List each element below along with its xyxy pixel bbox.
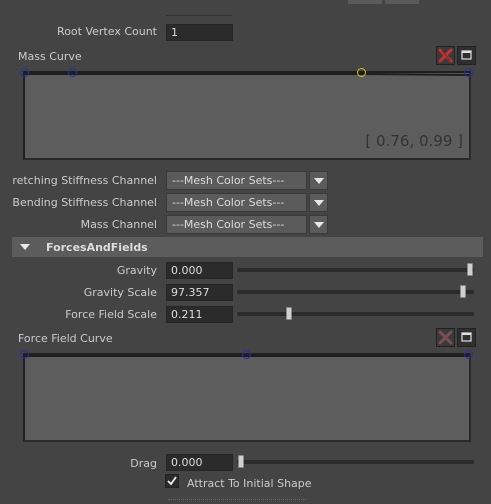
- checkmark-icon: [167, 476, 177, 486]
- delete-key-icon[interactable]: [436, 46, 455, 65]
- mass-curve-key-selected[interactable]: [357, 68, 366, 77]
- stretching-stiffness-channel-label: retching Stiffness Channel: [12, 174, 157, 187]
- attract-checkbox[interactable]: [165, 474, 179, 488]
- mass-curve-graph[interactable]: [ 0.76, 0.99 ]: [23, 71, 471, 160]
- mass-channel-select[interactable]: ---Mesh Color Sets---: [166, 215, 307, 234]
- collapse-arrow-icon: [20, 244, 30, 250]
- stretching-stiffness-chevron-down-icon[interactable]: [309, 171, 328, 190]
- mass-curve-key[interactable]: [68, 68, 77, 77]
- top-button-right[interactable]: [385, 0, 419, 4]
- mass-curve-line: [25, 73, 469, 76]
- drag-slider-thumb[interactable]: [238, 455, 244, 468]
- top-divider: [166, 15, 232, 16]
- drag-label: Drag: [130, 457, 157, 470]
- mass-curve-key[interactable]: [20, 68, 29, 77]
- top-button-left[interactable]: [348, 0, 382, 4]
- gravity-scale-slider-track[interactable]: [237, 290, 474, 294]
- section-title: ForcesAndFields: [46, 241, 148, 254]
- force-field-curve-key[interactable]: [242, 350, 251, 359]
- mass-channel-chevron-down-icon[interactable]: [309, 215, 328, 234]
- force-field-scale-label: Force Field Scale: [65, 308, 157, 321]
- force-field-scale-field[interactable]: 0.211: [166, 306, 233, 323]
- force-field-curve-graph[interactable]: [23, 353, 471, 442]
- bending-stiffness-channel-label: Bending Stiffness Channel: [12, 196, 157, 209]
- gravity-field[interactable]: 0.000: [166, 262, 233, 279]
- mass-curve-key[interactable]: [464, 68, 473, 77]
- drag-slider-track[interactable]: [237, 460, 474, 464]
- attract-label: Attract To Initial Shape: [187, 477, 312, 490]
- mass-curve-readout: [ 0.76, 0.99 ]: [365, 132, 463, 150]
- root-vertex-count-label: Root Vertex Count: [57, 25, 157, 38]
- drag-field[interactable]: 0.000: [166, 454, 233, 471]
- bending-stiffness-chevron-down-icon[interactable]: [309, 193, 328, 212]
- root-vertex-count-field[interactable]: 1: [166, 24, 233, 41]
- gravity-label: Gravity: [116, 264, 157, 277]
- force-field-curve-key[interactable]: [464, 350, 473, 359]
- gravity-scale-field[interactable]: 97.357: [166, 284, 233, 301]
- gravity-slider-thumb[interactable]: [467, 263, 473, 276]
- mass-curve-label: Mass Curve: [18, 50, 82, 63]
- force-field-scale-slider-thumb[interactable]: [286, 307, 292, 320]
- expand-graph-icon[interactable]: [457, 46, 476, 65]
- bending-stiffness-channel-select[interactable]: ---Mesh Color Sets---: [166, 193, 307, 212]
- force-field-curve-key[interactable]: [20, 350, 29, 359]
- forces-and-fields-header[interactable]: ForcesAndFields: [12, 237, 483, 257]
- gravity-slider-track[interactable]: [237, 268, 474, 272]
- mass-channel-label: Mass Channel: [80, 218, 157, 231]
- delete-key-icon-disabled[interactable]: [436, 328, 455, 347]
- gravity-scale-label: Gravity Scale: [83, 286, 157, 299]
- stretching-stiffness-channel-select[interactable]: ---Mesh Color Sets---: [166, 171, 307, 190]
- bottom-divider: [168, 499, 306, 501]
- gravity-scale-slider-thumb[interactable]: [460, 285, 466, 298]
- force-field-scale-slider-track[interactable]: [237, 312, 474, 316]
- expand-graph-icon[interactable]: [457, 328, 476, 347]
- force-field-curve-label: Force Field Curve: [18, 332, 113, 345]
